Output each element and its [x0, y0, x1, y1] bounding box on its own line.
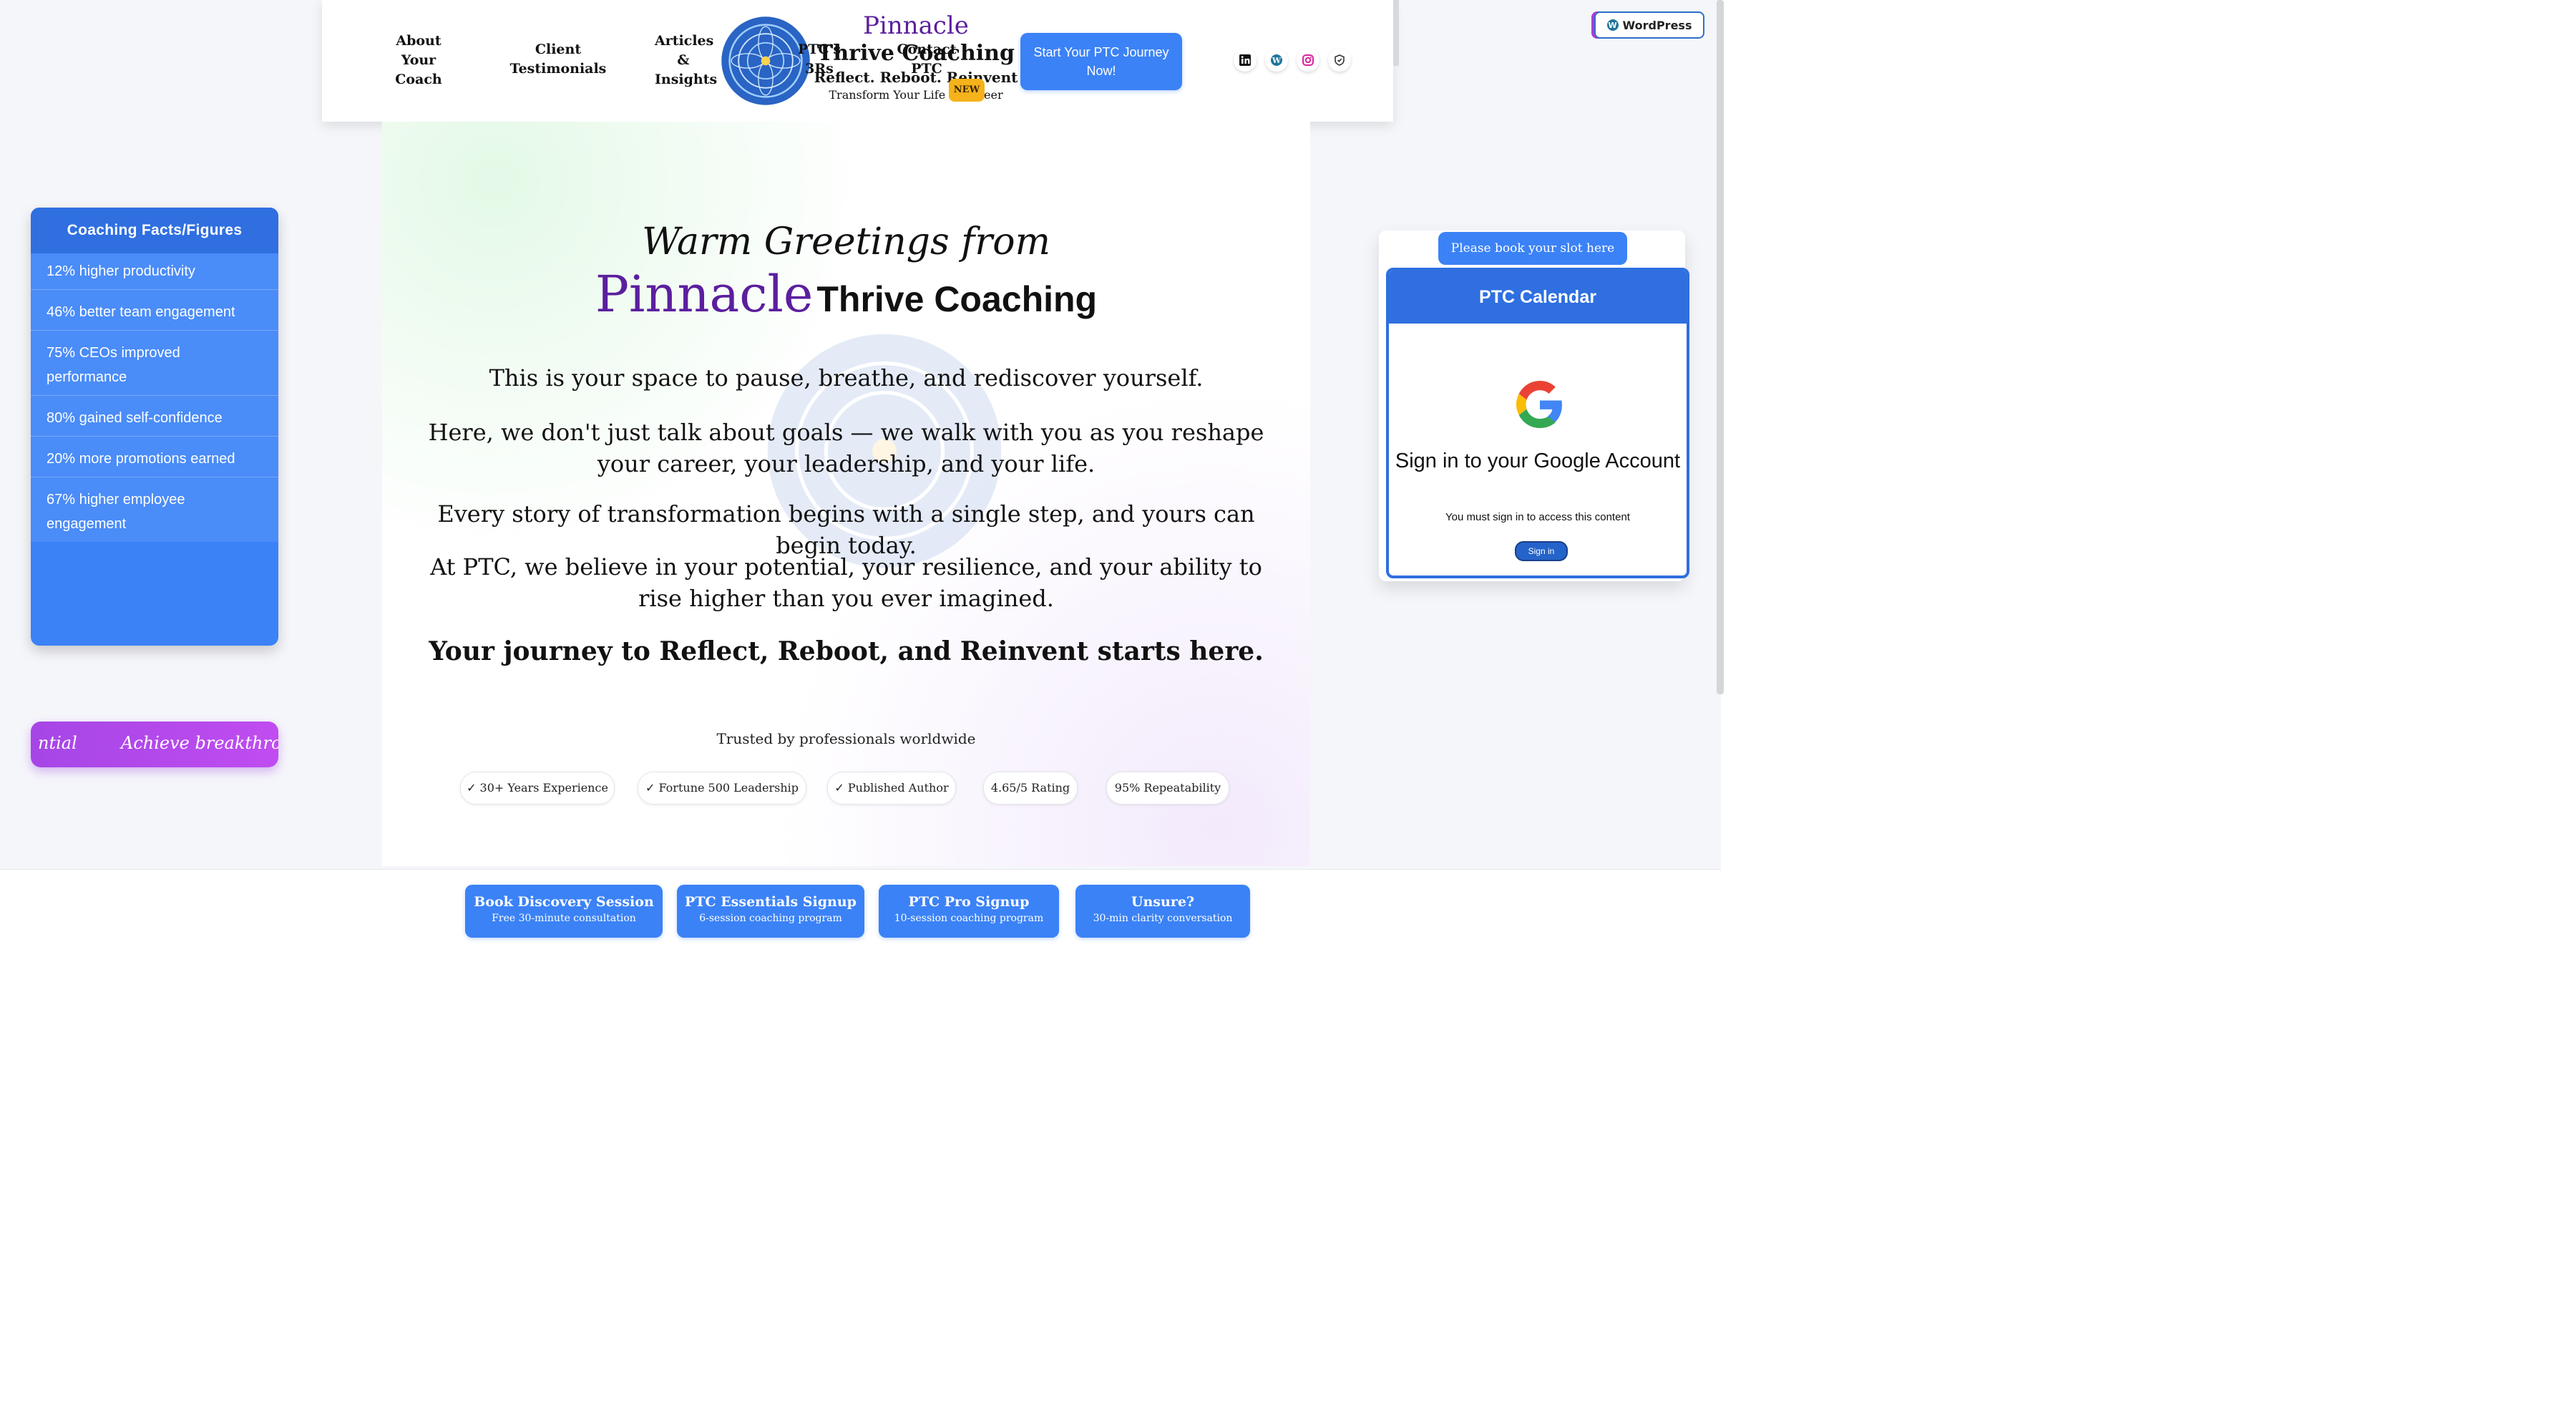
- marquee-text-a: ntial: [38, 733, 77, 753]
- button-title: Book Discovery Session: [474, 894, 654, 910]
- signin-title: Sign in to your Google Account: [1395, 450, 1681, 472]
- greeting-heading: Warm Greetings from: [642, 220, 1050, 263]
- button-subtitle: 30-min clarity conversation: [1093, 913, 1233, 924]
- credential-pill: 95% Repeatability: [1106, 772, 1229, 805]
- brand-small-tagline: Transform Your Life & Career: [829, 88, 1003, 102]
- pro-signup-button[interactable]: PTC Pro Signup 10-session coaching progr…: [879, 885, 1059, 938]
- credential-pill: 4.65/5 Rating: [983, 772, 1078, 805]
- book-slot-button[interactable]: Please book your slot here: [1438, 232, 1627, 265]
- fact-item: 80% gained self-confidence: [31, 396, 278, 437]
- journey-statement: Your journey to Reflect, Reboot, and Rei…: [429, 636, 1264, 666]
- credential-pill: ✓ 30+ Years Experience: [460, 772, 615, 805]
- button-subtitle: Free 30-minute consultation: [492, 913, 636, 924]
- essentials-signup-button[interactable]: PTC Essentials Signup 6-session coaching…: [677, 885, 864, 938]
- title-pinnacle: Pinnacle: [595, 265, 814, 324]
- google-logo-icon: [1516, 381, 1562, 428]
- nav-about-your-coach[interactable]: About Your Coach: [383, 31, 454, 89]
- coaching-facts-panel: Coaching Facts/Figures 12% higher produc…: [31, 208, 278, 646]
- brand-name: Pinnacle: [863, 11, 969, 40]
- start-journey-button[interactable]: Start Your PTC Journey Now!: [1020, 33, 1182, 90]
- trusted-label: Trusted by professionals worldwide: [716, 730, 976, 747]
- svg-text:W: W: [1272, 56, 1282, 65]
- scrollbar[interactable]: [1717, 0, 1724, 694]
- page-title: Pinnacle Thrive Coaching: [382, 265, 1310, 324]
- nav-articles-insights[interactable]: Articles & Insights: [655, 31, 717, 89]
- calendar-card: PTC Calendar Sign in to your Google Acco…: [1386, 268, 1689, 578]
- wordpress-badge-label: WordPress: [1622, 18, 1692, 32]
- title-thrive-coaching: Thrive Coaching: [816, 279, 1098, 319]
- main-content: Warm Greetings from Pinnacle Thrive Coac…: [382, 122, 1310, 866]
- fact-item: 75% CEOs improved performance: [31, 331, 278, 396]
- new-badge: NEW: [949, 79, 985, 102]
- intro-paragraph-4: At PTC, we believe in your potential, yo…: [430, 553, 1262, 612]
- scrolling-marquee: ntial Achieve breakthroug: [31, 722, 278, 767]
- site-header: About Your Coach Client Testimonials Art…: [322, 0, 1393, 122]
- intro-paragraph-2: Here, we don't just talk about goals — w…: [428, 419, 1264, 477]
- wordpress-badge[interactable]: W WordPress: [1594, 11, 1704, 39]
- intro-paragraph-1: This is your space to pause, breathe, an…: [489, 364, 1204, 392]
- fact-item: 20% more promotions earned: [31, 437, 278, 477]
- fact-item: 12% higher productivity: [31, 253, 278, 290]
- instagram-icon[interactable]: [1297, 49, 1319, 72]
- signin-note: You must sign in to access this content: [1445, 511, 1630, 523]
- linkedin-icon[interactable]: [1234, 49, 1257, 72]
- nav-client-testimonials[interactable]: Client Testimonials: [487, 40, 630, 79]
- fact-item: 67% higher employee engagement: [31, 477, 278, 542]
- blank-area: [0, 952, 2576, 1423]
- wordpress-logo-icon: W: [1606, 19, 1619, 31]
- nav-contact-ptc[interactable]: Contact PTC: [894, 40, 959, 79]
- google-signin-button[interactable]: Sign in: [1515, 541, 1568, 561]
- book-discovery-button[interactable]: Book Discovery Session Free 30-minute co…: [465, 885, 663, 938]
- facts-title: Coaching Facts/Figures: [31, 208, 278, 253]
- calendar-title: PTC Calendar: [1389, 271, 1687, 324]
- marquee-text-b: Achieve breakthroug: [121, 733, 278, 753]
- credential-pill: ✓ Fortune 500 Leadership: [638, 772, 806, 805]
- shield-icon[interactable]: [1328, 49, 1351, 72]
- credential-pill: ✓ Published Author: [827, 772, 956, 805]
- button-subtitle: 6-session coaching program: [699, 913, 842, 924]
- wordpress-icon[interactable]: W: [1265, 49, 1288, 72]
- header-edge: [1393, 0, 1399, 66]
- fact-item: 46% better team engagement: [31, 290, 278, 331]
- button-title: Unsure?: [1131, 894, 1195, 910]
- button-title: PTC Pro Signup: [908, 894, 1030, 910]
- button-subtitle: 10-session coaching program: [894, 913, 1044, 924]
- unsure-button[interactable]: Unsure? 30-min clarity conversation: [1075, 885, 1250, 938]
- button-title: PTC Essentials Signup: [685, 894, 857, 910]
